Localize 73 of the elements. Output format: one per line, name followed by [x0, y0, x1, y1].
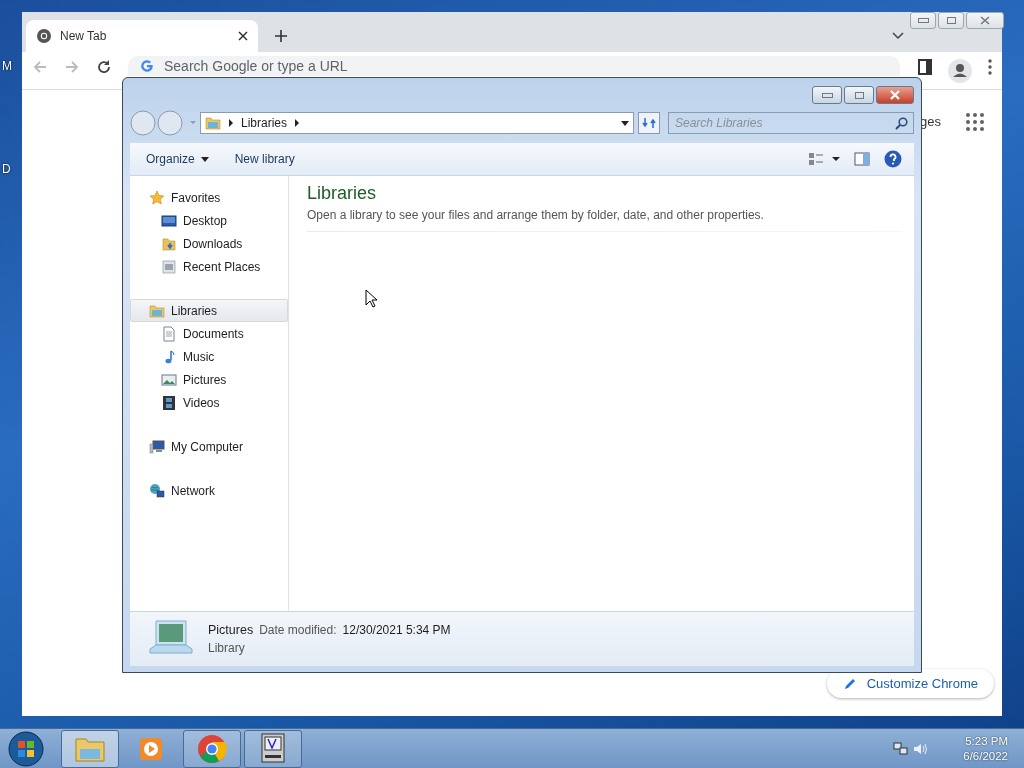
- breadcrumb-item[interactable]: Libraries: [241, 116, 288, 130]
- reload-icon[interactable]: [96, 59, 112, 75]
- minimize-button[interactable]: [910, 12, 936, 29]
- pictures-icon: [161, 371, 177, 388]
- close-button[interactable]: [876, 86, 914, 104]
- date-modified-value: 12/30/2021 5:34 PM: [342, 623, 451, 637]
- network-icon[interactable]: [893, 740, 910, 757]
- desktop-icon-label[interactable]: D: [2, 162, 11, 176]
- new-tab-icon[interactable]: [274, 29, 288, 43]
- page-title: Libraries: [307, 183, 378, 204]
- refresh-icon: [642, 117, 656, 129]
- downloads-icon: [161, 235, 177, 252]
- nav-item[interactable]: Libraries: [130, 299, 288, 322]
- toolbar-button[interactable]: Organize: [140, 148, 215, 170]
- help-icon[interactable]: [884, 150, 902, 168]
- nav-item[interactable]: My Computer: [130, 435, 288, 458]
- desktop-icon-label[interactable]: M: [2, 59, 12, 73]
- cursor-icon: [365, 289, 377, 308]
- pencil-icon: [842, 676, 857, 691]
- computer-icon: [149, 438, 165, 455]
- taskbar-button[interactable]: [244, 729, 302, 768]
- dropdown-icon[interactable]: [621, 120, 629, 126]
- minimize-button[interactable]: [812, 86, 842, 104]
- chevron-right-icon[interactable]: [228, 119, 234, 127]
- nav-item[interactable]: Favorites: [130, 186, 288, 209]
- videos-icon: [161, 394, 177, 411]
- nav-item[interactable]: Videos: [130, 391, 288, 414]
- nav-item[interactable]: Desktop: [130, 209, 288, 232]
- nav-item[interactable]: Recent Places: [130, 255, 288, 278]
- side-panel-icon[interactable]: [918, 59, 932, 75]
- preview-pane-icon[interactable]: [854, 152, 870, 166]
- date-modified-label: Date modified:: [259, 623, 337, 637]
- apps-grid-icon[interactable]: [966, 113, 984, 131]
- computer-app-icon: [260, 732, 286, 765]
- address-bar[interactable]: Libraries: [200, 112, 634, 134]
- nav-item[interactable]: Music: [130, 345, 288, 368]
- nav-item[interactable]: Downloads: [130, 232, 288, 255]
- close-button[interactable]: [966, 12, 1004, 29]
- nav-item[interactable]: Pictures: [130, 368, 288, 391]
- chrome-icon: [36, 28, 52, 44]
- item-type: Library: [208, 641, 246, 655]
- library-icon: [205, 115, 221, 131]
- menu-icon[interactable]: [988, 59, 992, 75]
- nav-item[interactable]: Network: [130, 479, 288, 502]
- start-button[interactable]: [8, 730, 44, 767]
- chevron-right-icon[interactable]: [294, 119, 301, 127]
- toolbar-button[interactable]: New library: [228, 148, 301, 170]
- recent-icon: [161, 258, 177, 275]
- star-icon: [149, 189, 165, 206]
- close-icon[interactable]: [238, 31, 248, 41]
- document-icon: [161, 325, 177, 342]
- refresh-button[interactable]: [638, 112, 660, 134]
- search-field[interactable]: Search Libraries: [668, 112, 914, 134]
- close-icon: [889, 90, 901, 100]
- view-options-icon[interactable]: [808, 152, 840, 166]
- caret-icon: [200, 156, 209, 162]
- nav-item[interactable]: Documents: [130, 322, 288, 345]
- desktop-icon: [161, 212, 177, 229]
- close-icon: [980, 16, 990, 25]
- customize-chrome-button[interactable]: Customize Chrome: [826, 669, 994, 698]
- browser-tab[interactable]: New Tab: [26, 20, 258, 52]
- item-name: Pictures: [208, 623, 254, 637]
- search-icon: [895, 117, 908, 130]
- network-icon: [149, 482, 165, 499]
- chrome-icon: [197, 733, 227, 764]
- library-icon: [149, 302, 165, 319]
- maximize-button[interactable]: [844, 86, 874, 104]
- maximize-button[interactable]: [938, 12, 964, 29]
- profile-icon[interactable]: [948, 59, 972, 83]
- page-description: Open a library to see your files and arrange them by folder, date, and other properties.: [307, 208, 765, 222]
- address-bar[interactable]: Search Google or type a URL: [128, 56, 900, 76]
- chevron-down-icon[interactable]: [892, 32, 904, 40]
- google-icon: [140, 59, 154, 73]
